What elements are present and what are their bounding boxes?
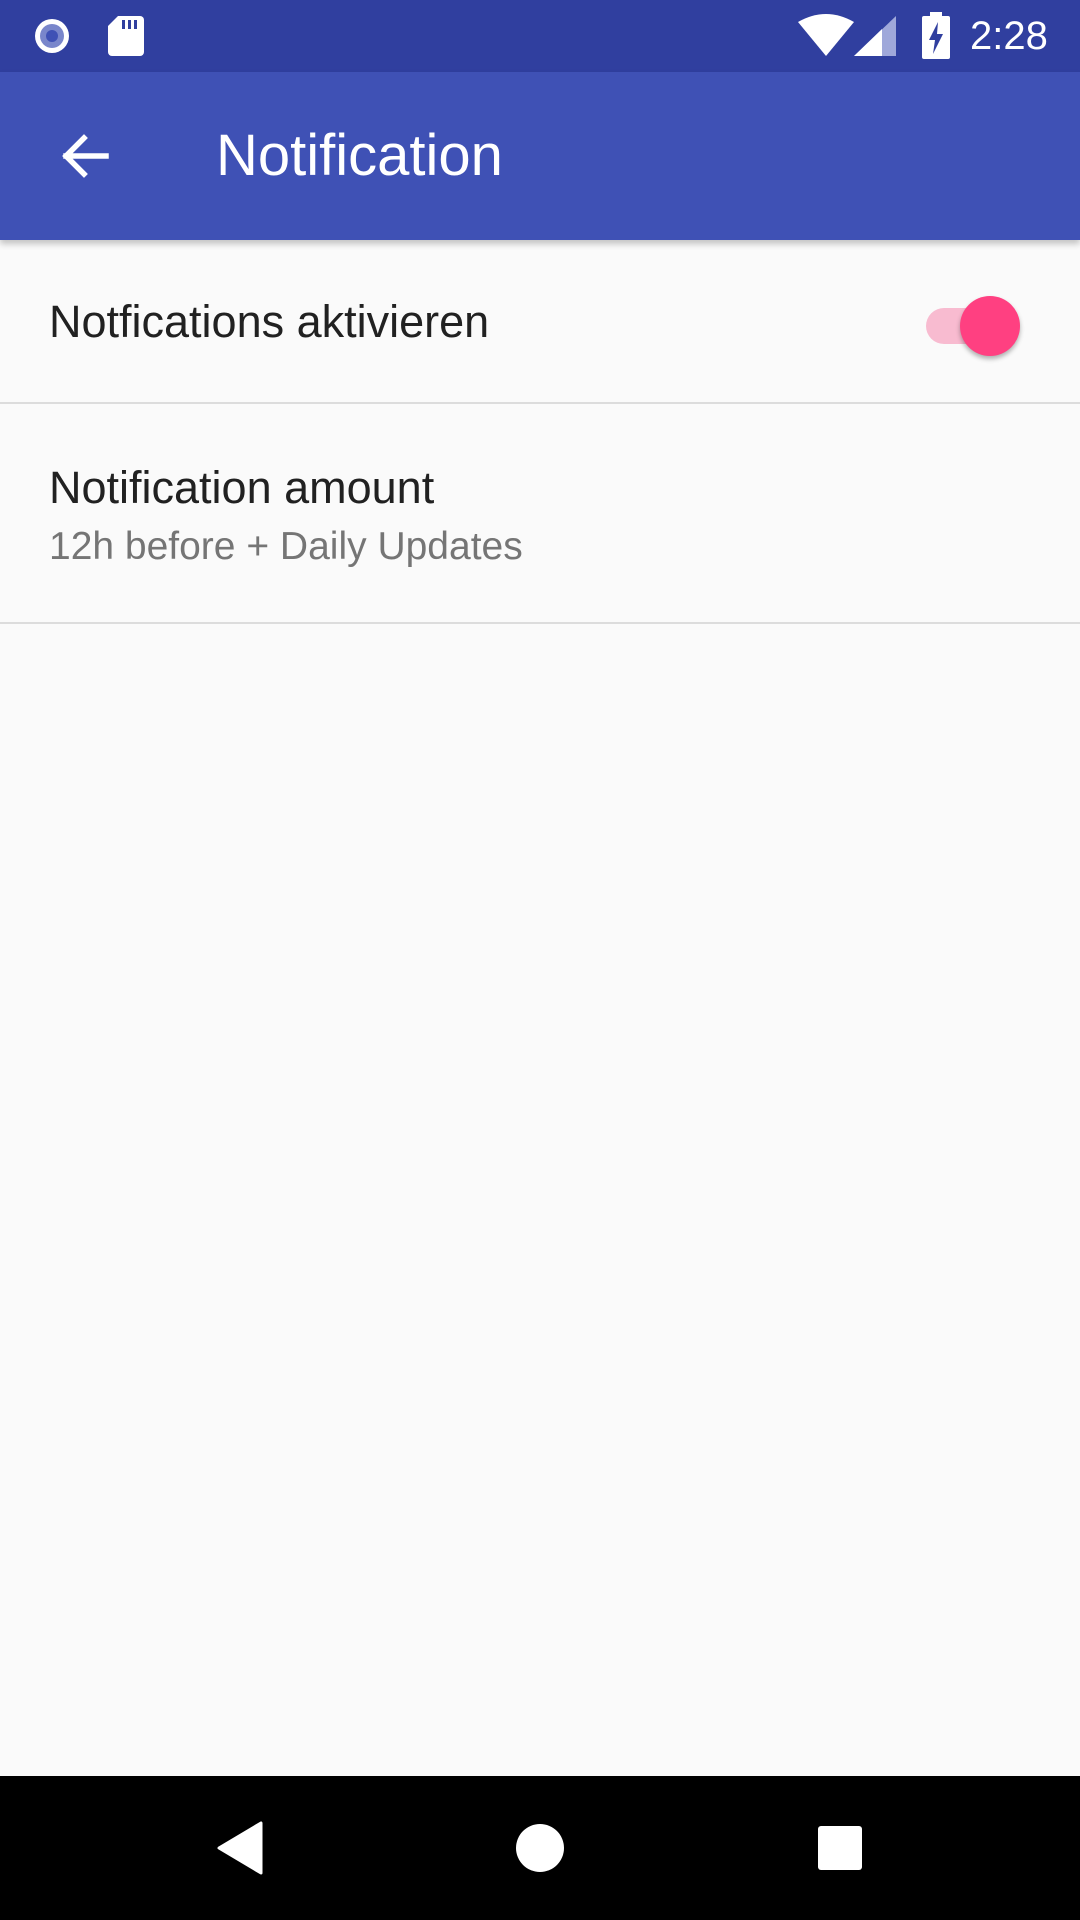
arrow-back-icon bbox=[62, 134, 109, 178]
notifications-toggle[interactable] bbox=[918, 288, 1028, 362]
status-time: 2:28 bbox=[970, 14, 1048, 58]
wifi-icon bbox=[798, 14, 854, 56]
pref-enable-notifications[interactable]: Notfications aktivieren bbox=[0, 240, 1080, 404]
pref-notification-amount-title: Notification amount bbox=[49, 462, 435, 513]
signal-icon bbox=[854, 16, 896, 56]
pref-notification-amount-summary: 12h before + Daily Updates bbox=[49, 525, 523, 568]
nav-back-icon bbox=[217, 1821, 263, 1875]
record-icon bbox=[35, 19, 69, 53]
status-bar: 2:28 bbox=[0, 0, 1080, 72]
pref-enable-notifications-title: Notfications aktivieren bbox=[49, 296, 490, 347]
battery-charging-icon bbox=[922, 12, 950, 59]
sd-card-icon bbox=[108, 16, 144, 56]
nav-back-button[interactable] bbox=[190, 1798, 290, 1898]
nav-home-button[interactable] bbox=[490, 1798, 590, 1898]
nav-recents-icon bbox=[818, 1826, 862, 1870]
back-button[interactable] bbox=[36, 114, 132, 198]
toggle-thumb bbox=[960, 296, 1020, 356]
app-bar: Notification bbox=[0, 72, 1080, 240]
nav-home-icon bbox=[516, 1824, 564, 1872]
pref-notification-amount[interactable]: Notification amount 12h before + Daily U… bbox=[0, 404, 1080, 624]
screen: 2:28 Notification Notfications aktiviere… bbox=[0, 0, 1080, 1920]
nav-recents-button[interactable] bbox=[790, 1798, 890, 1898]
navigation-bar bbox=[0, 1776, 1080, 1920]
page-title: Notification bbox=[216, 123, 503, 188]
